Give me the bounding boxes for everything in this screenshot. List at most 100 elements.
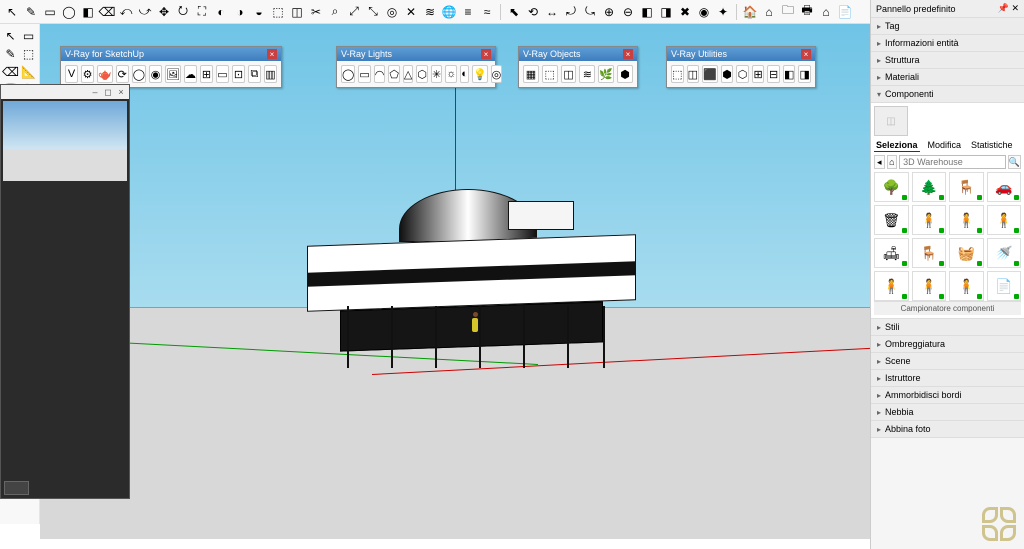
toolbar-button[interactable]: ▭ [42,4,58,20]
accordion-item[interactable]: Abbina foto [871,421,1024,438]
close-icon[interactable]: × [481,49,491,59]
vray-frame-buffer[interactable]: – ◻ × [0,84,130,499]
vray-button[interactable]: ⟳ [116,65,129,83]
vray-button[interactable]: ▦ [523,65,539,83]
component-thumb[interactable]: 🧺 [949,238,984,268]
vray-button[interactable]: ⬚ [542,65,558,83]
vray-button[interactable]: △ [403,65,413,83]
toolbar-button[interactable]: ◒ [251,4,267,20]
toolbar-button[interactable]: ⭮ [175,4,191,20]
vray-button[interactable]: ☼ [445,65,457,83]
toolbar-button[interactable]: ◧ [80,4,96,20]
toolbar-button[interactable]: ⬚ [270,4,286,20]
toolbar-button[interactable]: ⬉ [506,4,522,20]
toolbar-button[interactable]: ⌂ [818,4,834,20]
toolbar-button[interactable]: ◉ [696,4,712,20]
panel-titlebar[interactable]: V-Ray for SketchUp × [61,47,281,61]
accordion-item[interactable]: Materiali [871,69,1024,86]
vray-button[interactable]: ⬡ [736,65,749,83]
vray-utilities-toolbar[interactable]: V-Ray Utilities × ⬚◫⬛⬢⬡⊞⊟◧◨ [666,46,816,88]
vray-button[interactable]: ⚙ [81,65,94,83]
component-thumb[interactable]: 🧍 [949,205,984,235]
close-icon[interactable]: × [623,49,633,59]
search-icon[interactable]: 🔍 [1008,155,1021,169]
vray-button[interactable]: ◫ [687,65,700,83]
toolbar-button[interactable]: ✦ [715,4,731,20]
toolbar-button[interactable]: ◨ [658,4,674,20]
toolbar-button[interactable]: ✥ [156,4,172,20]
vray-button[interactable]: 🖼 [165,65,181,83]
vray-button[interactable]: ◫ [561,65,577,83]
tab-select[interactable]: Seleziona [874,139,920,152]
toolbar-button[interactable]: ◫ [289,4,305,20]
vray-button[interactable]: ◨ [798,65,811,83]
tab-edit[interactable]: Modifica [926,139,964,152]
close-icon[interactable]: × [116,87,126,97]
toolbar-button[interactable]: 🖶 [799,4,815,20]
accordion-item[interactable]: Stili [871,319,1024,336]
vray-button[interactable]: ⊞ [752,65,765,83]
vray-button[interactable]: ⬛ [702,65,718,83]
toolbar-button[interactable]: ⛶ [194,4,210,20]
vray-button[interactable]: ▥ [264,65,277,83]
component-search-input[interactable] [899,155,1006,169]
vray-button[interactable]: ☁ [184,65,197,83]
vray-button[interactable]: ⬢ [721,65,734,83]
vray-objects-toolbar[interactable]: V-Ray Objects × ▦⬚◫≋🌿⬢ [518,46,638,88]
component-thumb[interactable]: 🧍 [912,205,947,235]
toolbar-button[interactable]: ◯ [61,4,77,20]
toolbar-button[interactable]: ⤻ [137,4,153,20]
vray-button[interactable]: ◠ [374,65,386,83]
tool-button[interactable]: ↖ [3,28,19,44]
component-thumb[interactable]: 🌳 [874,172,909,202]
vray-button[interactable]: ◯ [132,65,146,83]
vray-button[interactable]: ⊟ [767,65,780,83]
toolbar-button[interactable]: ⤢ [346,4,362,20]
toolbar-button[interactable]: 🏠 [742,4,758,20]
component-thumb[interactable]: 🧍 [949,271,984,301]
component-sampler-label[interactable]: Campionatore componenti [874,301,1021,315]
vray-button[interactable]: ⧉ [248,65,261,83]
vray-button[interactable]: V [65,65,78,83]
toolbar-button[interactable]: ≡ [460,4,476,20]
accordion-item[interactable]: Nebbia [871,404,1024,421]
panel-titlebar[interactable]: V-Ray Utilities × [667,47,815,61]
home-icon[interactable]: ⌂ [887,155,898,169]
component-thumb[interactable]: 🧍 [912,271,947,301]
toolbar-button[interactable]: ⊖ [620,4,636,20]
accordion-item[interactable]: Ombreggiatura [871,336,1024,353]
accordion-item[interactable]: Tag [871,18,1024,35]
toolbar-button[interactable]: ↖ [4,4,20,20]
toolbar-button[interactable]: ◐ [213,4,229,20]
vray-sketchup-toolbar[interactable]: V-Ray for SketchUp × V⚙🫖⟳◯◉🖼☁⊞▭⊡⧉▥ [60,46,282,88]
vray-button[interactable]: 💡 [472,65,488,83]
panel-titlebar[interactable]: V-Ray Objects × [519,47,637,61]
component-thumb[interactable]: 🚗 [987,172,1022,202]
toolbar-button[interactable]: ✎ [23,4,39,20]
tab-stats[interactable]: Statistiche [969,139,1015,152]
toolbar-button[interactable]: ⤾ [563,4,579,20]
nav-back-icon[interactable]: ◂ [874,155,885,169]
toolbar-button[interactable]: ⟲ [525,4,541,20]
vray-button[interactable]: ≋ [579,65,595,83]
toolbar-button[interactable]: ⤿ [582,4,598,20]
toolbar-button[interactable]: ✂ [308,4,324,20]
vray-button[interactable]: ▭ [216,65,229,83]
toolbar-button[interactable]: ⤺ [118,4,134,20]
toolbar-button[interactable]: ⌕ [327,4,343,20]
component-thumb[interactable]: 🪑 [949,172,984,202]
toolbar-button[interactable]: 🗀 [780,4,796,20]
vray-button[interactable]: ⬢ [617,65,633,83]
vray-button[interactable]: ◉ [149,65,162,83]
toolbar-button[interactable]: 📄 [837,4,853,20]
vray-button[interactable]: ◯ [341,65,355,83]
vray-button[interactable]: ◐ [460,65,469,83]
vray-lights-toolbar[interactable]: V-Ray Lights × ◯▭◠⬠△⬡✳☼◐💡◎ [336,46,496,88]
building-model[interactable] [289,189,654,395]
pin-icon[interactable]: 📌 ✕ [998,3,1019,14]
accordion-components[interactable]: Componenti [871,86,1024,103]
tool-button[interactable]: ▭ [21,28,37,44]
toolbar-button[interactable]: ◧ [639,4,655,20]
fb-titlebar[interactable]: – ◻ × [1,85,129,99]
viewport-3d[interactable]: V-Ray for SketchUp × V⚙🫖⟳◯◉🖼☁⊞▭⊡⧉▥ V-Ray… [40,24,870,539]
